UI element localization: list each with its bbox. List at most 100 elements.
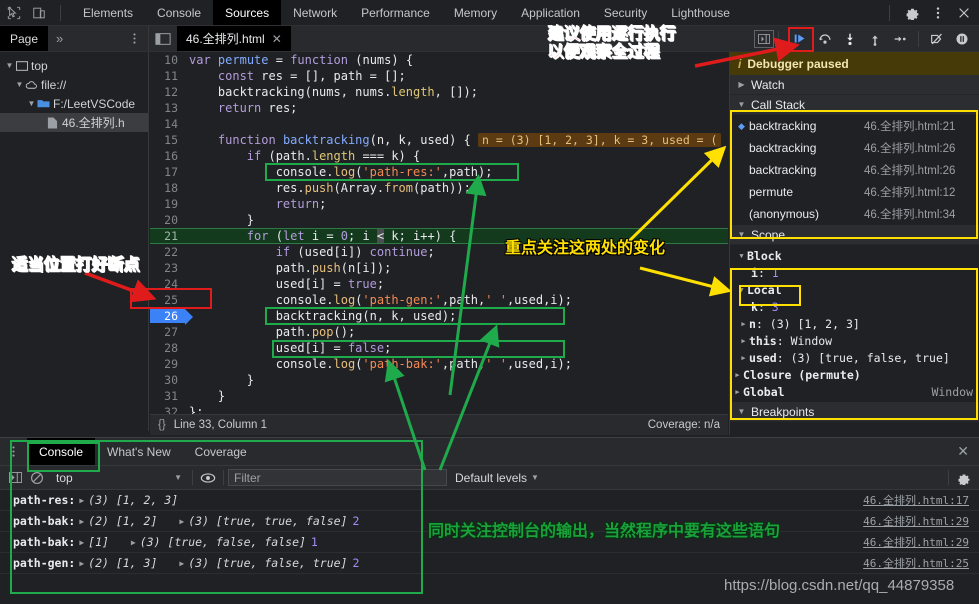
step-into-icon[interactable] xyxy=(839,29,861,49)
inline-value-hint: n = (3) [1, 2, 3], k = 3, used = ( xyxy=(478,133,721,147)
console-source-link[interactable]: 46.全排列.html:29 xyxy=(863,534,969,550)
code-line-15: 15 function backtracking(n, k, used) { n… xyxy=(150,132,728,148)
tab-elements-label: Elements xyxy=(83,6,133,20)
console-levels-select[interactable]: Default levels ▼ xyxy=(447,471,547,485)
debugger-paused-text: Debugger paused xyxy=(747,57,848,71)
chevron-down-icon[interactable]: ▼ xyxy=(736,252,747,260)
console-source-link[interactable]: 46.全排列.html:29 xyxy=(863,513,969,529)
tab-network[interactable]: Network xyxy=(281,0,349,25)
chevron-down-icon[interactable]: ▼ xyxy=(531,473,539,482)
main-tab-list: Elements Console Sources Network Perform… xyxy=(71,0,742,25)
coverage-status: Coverage: n/a xyxy=(648,419,720,431)
watermark-text: https://blog.csdn.net/qq_44879358 xyxy=(724,577,954,594)
inspect-icon[interactable] xyxy=(6,5,22,21)
code-line-18: 18 res.push(Array.from(path)); xyxy=(150,180,728,196)
navigator-options-icon[interactable] xyxy=(121,26,148,51)
chevron-down-icon[interactable]: ▼ xyxy=(736,100,747,109)
cloud-icon xyxy=(25,78,38,91)
show-debugger-sidebar-icon[interactable] xyxy=(754,30,774,48)
console-source-link[interactable]: 46.全排列.html:25 xyxy=(863,555,969,571)
toolbar-divider xyxy=(60,5,61,21)
tab-elements[interactable]: Elements xyxy=(71,0,145,25)
line-number: 27 xyxy=(150,325,185,339)
close-icon[interactable] xyxy=(956,5,972,21)
breakpoint-line-number[interactable]: 26 xyxy=(150,309,185,323)
code-text: res.push(Array.from(path)); xyxy=(185,181,471,195)
code-line-32: 32}; xyxy=(150,404,728,414)
pretty-print-icon[interactable]: {} xyxy=(158,419,166,431)
scope-i-highlight-box xyxy=(739,285,801,306)
tree-item-file-scheme[interactable]: ▼ file:// xyxy=(0,75,148,94)
scope-group-block[interactable]: ▼ Block xyxy=(730,247,979,264)
tab-performance-label: Performance xyxy=(361,6,430,20)
tab-memory[interactable]: Memory xyxy=(442,0,509,25)
tree-item-top[interactable]: ▼ top xyxy=(0,56,148,75)
collapse-navigator-icon[interactable] xyxy=(149,26,177,51)
console-log-bak-box xyxy=(272,340,565,358)
device-toolbar-icon[interactable] xyxy=(31,5,47,21)
controls-divider xyxy=(778,31,779,47)
code-text: function backtracking(n, k, used) { xyxy=(185,133,478,147)
toolbar-divider-3 xyxy=(948,470,949,485)
tab-security[interactable]: Security xyxy=(592,0,659,25)
deactivate-breakpoints-icon[interactable] xyxy=(926,29,948,49)
gear-icon[interactable] xyxy=(953,468,975,488)
console-toolbar-right xyxy=(944,468,975,488)
chevron-right-icon[interactable]: ▶ xyxy=(736,80,747,89)
controls-divider-2 xyxy=(918,31,919,47)
tree-item-folder[interactable]: ▼ F:/LeetVSCode xyxy=(0,94,148,113)
line-number: 17 xyxy=(150,165,185,179)
console-output-box xyxy=(10,440,423,594)
navigator-more-tabs-button[interactable]: » xyxy=(48,26,71,51)
line-number: 22 xyxy=(150,245,185,259)
line-number: 16 xyxy=(150,149,185,163)
file-navigator: ▼ top ▼ file:// ▼ F:/LeetVSCode 46.全排列.h xyxy=(0,52,149,431)
tab-lighthouse-label: Lighthouse xyxy=(671,6,730,20)
tab-lighthouse[interactable]: Lighthouse xyxy=(659,0,742,25)
console-source-link[interactable]: 46.全排列.html:17 xyxy=(863,492,969,508)
navigator-tab-page[interactable]: Page xyxy=(0,26,48,51)
console-levels-value: Default levels xyxy=(455,471,527,485)
line-number: 21 xyxy=(150,229,185,243)
code-line-27: 27 path.pop(); xyxy=(150,324,728,340)
tab-sources[interactable]: Sources xyxy=(213,0,281,25)
pause-on-exceptions-icon[interactable] xyxy=(951,29,973,49)
code-text: return res; xyxy=(185,101,297,115)
tree-item-file-label: 46.全排列.h xyxy=(62,114,125,131)
code-text: if (path.length === k) { xyxy=(185,149,420,163)
tab-sources-label: Sources xyxy=(225,6,269,20)
line-number: 23 xyxy=(150,261,185,275)
code-editor[interactable]: 10var permute = function (nums) { 11 con… xyxy=(150,52,728,414)
tree-item-file[interactable]: 46.全排列.h xyxy=(0,113,148,132)
line-number: 11 xyxy=(150,69,185,83)
tab-console[interactable]: Console xyxy=(145,0,213,25)
code-text: path.push(n[i]); xyxy=(185,261,391,275)
chevron-down-icon[interactable]: ▼ xyxy=(14,80,25,89)
code-line-20: 20 } xyxy=(150,212,728,228)
drawer-close-icon[interactable]: ✕ xyxy=(947,438,979,465)
chevron-down-icon[interactable]: ▼ xyxy=(4,61,15,70)
tab-memory-label: Memory xyxy=(454,6,497,20)
tree-item-top-label: top xyxy=(31,59,48,73)
watch-section-header[interactable]: ▶ Watch xyxy=(730,75,979,95)
chevron-down-icon[interactable]: ▼ xyxy=(26,99,37,108)
tab-security-label: Security xyxy=(604,6,647,20)
breakpoint-highlight-box xyxy=(130,288,212,309)
call-stack-highlight-box xyxy=(730,110,978,239)
code-text: console.log('path-gen:',path,' ',used,i)… xyxy=(185,293,572,307)
line-number: 29 xyxy=(150,357,185,371)
step-over-icon[interactable] xyxy=(814,29,836,49)
file-tab-46[interactable]: 46.全排列.html ✕ xyxy=(177,26,291,51)
more-options-icon[interactable] xyxy=(930,5,946,21)
tab-performance[interactable]: Performance xyxy=(349,0,442,25)
step-icon[interactable] xyxy=(889,29,911,49)
line-number: 14 xyxy=(150,117,185,131)
step-out-icon[interactable] xyxy=(864,29,886,49)
file-tab-close-icon[interactable]: ✕ xyxy=(272,32,282,46)
cursor-position: Line 33, Column 1 xyxy=(174,419,267,431)
code-line-29: 29 console.log('path-bak:',path,' ',used… xyxy=(150,356,728,372)
code-text: used[i] = true; xyxy=(185,277,384,291)
settings-gear-icon[interactable] xyxy=(904,5,920,21)
tab-application[interactable]: Application xyxy=(509,0,592,25)
code-text: path.pop(); xyxy=(185,325,355,339)
